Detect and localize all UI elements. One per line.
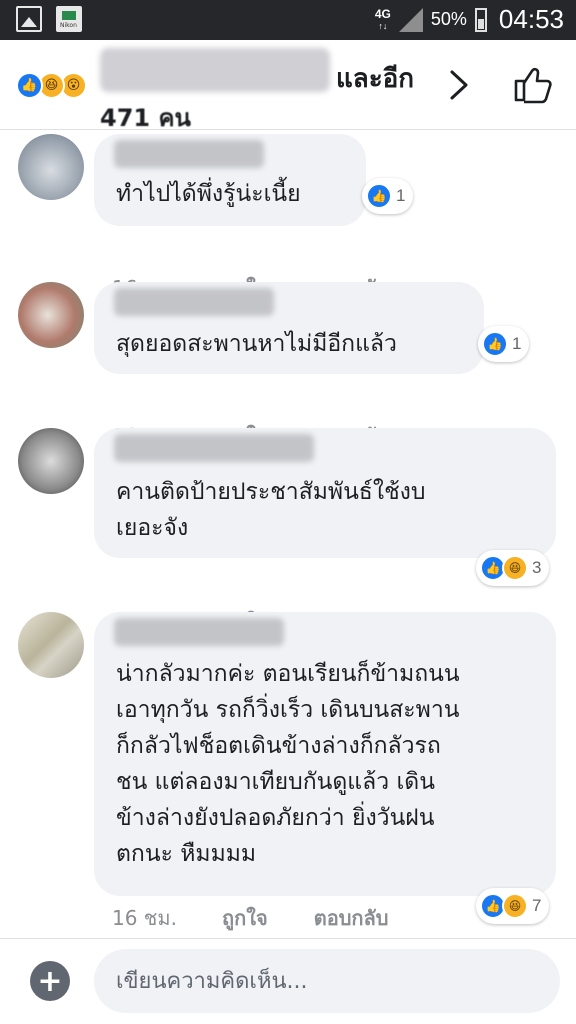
status-bar: Nikon 4G ↑↓ 50% 04:53 <box>0 0 576 40</box>
signal-icon <box>398 7 423 32</box>
blurred-author-name[interactable] <box>114 140 264 168</box>
reaction-badge[interactable]: 👍 1 <box>362 178 414 214</box>
comment-actions: 16 ชม. ถูกใจ ตอบกลับ <box>112 902 434 934</box>
reaction-badge[interactable]: 👍 1 <box>478 326 530 362</box>
avatar[interactable] <box>18 428 84 494</box>
battery-percent: 50% <box>430 9 467 29</box>
reaction-summary: 👍 😆 😮 <box>16 72 96 100</box>
network-indicator: 4G ↑↓ <box>374 6 391 31</box>
comment-text: คานติดป้ายประชาสัมพันธ์ใช้งบ เยอะจัง <box>116 479 426 541</box>
reaction-count: 471 คน <box>100 104 191 132</box>
comment-text: ทำไปได้พึ่งรู้น่ะเนี้ย <box>116 181 301 207</box>
like-reaction-icon: 👍 <box>366 183 392 209</box>
battery-icon <box>474 7 487 32</box>
like-link[interactable]: ถูกใจ <box>222 902 268 934</box>
comment-composer: + <box>0 938 576 1024</box>
comment-text: น่ากลัวมากค่ะ ตอนเรียนก็ข้ามถนน เอาทุกวั… <box>116 661 460 867</box>
reaction-badge[interactable]: 👍 😆 3 <box>476 550 550 586</box>
chevron-right-icon[interactable] <box>444 68 474 102</box>
comment-time: 16 ชม. <box>112 906 177 930</box>
nikon-app-icon: Nikon <box>56 6 82 32</box>
gallery-icon <box>16 6 42 32</box>
names-suffix: และอีก <box>336 64 415 94</box>
reactions-header[interactable]: 👍 😆 😮 และอีก 471 คน <box>0 40 576 132</box>
blurred-author-name[interactable] <box>114 618 284 646</box>
clock: 04:53 <box>498 4 564 34</box>
reaction-badge[interactable]: 👍 😆 7 <box>476 888 550 924</box>
reply-link[interactable]: ตอบกลับ <box>314 902 389 934</box>
comment-bubble[interactable]: สุดยอดสะพานหาไม่มีอีกแล้ว <box>94 282 484 374</box>
blurred-author-name[interactable] <box>114 434 314 462</box>
blurred-names <box>100 48 330 92</box>
comment-bubble[interactable]: คานติดป้ายประชาสัมพันธ์ใช้งบ เยอะจัง <box>94 428 556 558</box>
comment-bubble[interactable]: ทำไปได้พึ่งรู้น่ะเนี้ย <box>94 134 366 226</box>
blurred-author-name[interactable] <box>114 288 274 316</box>
comment-bubble[interactable]: น่ากลัวมากค่ะ ตอนเรียนก็ข้ามถนน เอาทุกวั… <box>94 612 556 896</box>
comment-input[interactable] <box>94 949 560 1013</box>
avatar[interactable] <box>18 612 84 678</box>
avatar[interactable] <box>18 134 84 200</box>
like-reaction-icon: 👍 <box>16 72 43 99</box>
haha-reaction-icon: 😆 <box>502 893 528 919</box>
avatar[interactable] <box>18 282 84 348</box>
like-button-icon[interactable] <box>512 64 552 104</box>
add-attachment-icon[interactable]: + <box>30 961 70 1001</box>
haha-reaction-icon: 😆 <box>502 555 528 581</box>
comment-text: สุดยอดสะพานหาไม่มีอีกแล้ว <box>116 331 397 357</box>
comments-sheet: 👍 😆 😮 และอีก 471 คน ทำไปได้พึ่งรู้น่ะเนี… <box>0 40 576 1024</box>
like-reaction-icon: 👍 <box>482 331 508 357</box>
